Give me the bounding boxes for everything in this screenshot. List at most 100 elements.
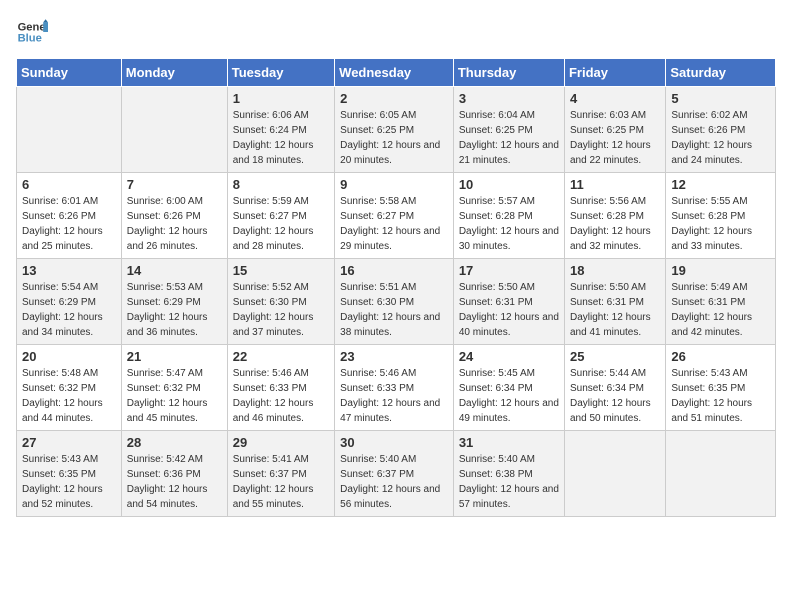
day-number: 16 xyxy=(340,263,448,278)
calendar-cell xyxy=(666,431,776,517)
day-number: 25 xyxy=(570,349,660,364)
calendar-week-row: 6 Sunrise: 6:01 AMSunset: 6:26 PMDaylight… xyxy=(17,173,776,259)
day-number: 5 xyxy=(671,91,770,106)
day-number: 12 xyxy=(671,177,770,192)
day-number: 31 xyxy=(459,435,559,450)
calendar-cell: 1 Sunrise: 6:06 AMSunset: 6:24 PMDaylight… xyxy=(227,87,334,173)
day-number: 7 xyxy=(127,177,222,192)
day-number: 2 xyxy=(340,91,448,106)
calendar-cell: 21 Sunrise: 5:47 AMSunset: 6:32 PMDayligh… xyxy=(121,345,227,431)
calendar-cell: 31Sunrise: 5:40 AMSunset: 6:38 PMDayligh… xyxy=(453,431,564,517)
day-info: Sunrise: 6:02 AMSunset: 6:26 PMDaylight:… xyxy=(671,108,770,168)
calendar-cell: 5 Sunrise: 6:02 AMSunset: 6:26 PMDaylight… xyxy=(666,87,776,173)
calendar-cell: 9 Sunrise: 5:58 AMSunset: 6:27 PMDaylight… xyxy=(335,173,454,259)
calendar-cell: 28 Sunrise: 5:42 AMSunset: 6:36 PMDayligh… xyxy=(121,431,227,517)
calendar-cell: 18Sunrise: 5:50 AMSunset: 6:31 PMDayligh… xyxy=(564,259,665,345)
day-number: 22 xyxy=(233,349,329,364)
day-info: Sunrise: 5:50 AMSunset: 6:31 PMDaylight:… xyxy=(459,280,559,340)
day-info: Sunrise: 5:58 AMSunset: 6:27 PMDaylight:… xyxy=(340,194,448,254)
svg-text:Blue: Blue xyxy=(18,33,42,45)
calendar-cell: 27 Sunrise: 5:43 AMSunset: 6:35 PMDayligh… xyxy=(17,431,122,517)
calendar-cell: 2 Sunrise: 6:05 AMSunset: 6:25 PMDaylight… xyxy=(335,87,454,173)
day-number: 21 xyxy=(127,349,222,364)
day-info: Sunrise: 5:57 AMSunset: 6:28 PMDaylight:… xyxy=(459,194,559,254)
day-info: Sunrise: 5:43 AMSunset: 6:35 PMDaylight:… xyxy=(22,452,116,512)
day-info: Sunrise: 6:05 AMSunset: 6:25 PMDaylight:… xyxy=(340,108,448,168)
calendar-cell: 4 Sunrise: 6:03 AMSunset: 6:25 PMDaylight… xyxy=(564,87,665,173)
calendar-cell: 14Sunrise: 5:53 AMSunset: 6:29 PMDayligh… xyxy=(121,259,227,345)
day-info: Sunrise: 5:50 AMSunset: 6:31 PMDaylight:… xyxy=(570,280,660,340)
day-number: 20 xyxy=(22,349,116,364)
day-number: 3 xyxy=(459,91,559,106)
day-number: 14 xyxy=(127,263,222,278)
calendar-cell: 19 Sunrise: 5:49 AMSunset: 6:31 PMDayligh… xyxy=(666,259,776,345)
day-info: Sunrise: 5:56 AMSunset: 6:28 PMDaylight:… xyxy=(570,194,660,254)
calendar-week-row: 27 Sunrise: 5:43 AMSunset: 6:35 PMDayligh… xyxy=(17,431,776,517)
day-number: 10 xyxy=(459,177,559,192)
day-info: Sunrise: 5:52 AMSunset: 6:30 PMDaylight:… xyxy=(233,280,329,340)
day-info: Sunrise: 6:00 AMSunset: 6:26 PMDaylight:… xyxy=(127,194,222,254)
calendar-table: SundayMondayTuesdayWednesdayThursdayFrid… xyxy=(16,58,776,517)
weekday-header: Tuesday xyxy=(227,59,334,87)
day-number: 11 xyxy=(570,177,660,192)
calendar-cell: 15Sunrise: 5:52 AMSunset: 6:30 PMDayligh… xyxy=(227,259,334,345)
day-info: Sunrise: 5:49 AMSunset: 6:31 PMDaylight:… xyxy=(671,280,770,340)
calendar-cell: 20 Sunrise: 5:48 AMSunset: 6:32 PMDayligh… xyxy=(17,345,122,431)
calendar-cell: 8 Sunrise: 5:59 AMSunset: 6:27 PMDaylight… xyxy=(227,173,334,259)
day-info: Sunrise: 6:06 AMSunset: 6:24 PMDaylight:… xyxy=(233,108,329,168)
calendar-cell: 23 Sunrise: 5:46 AMSunset: 6:33 PMDayligh… xyxy=(335,345,454,431)
day-number: 4 xyxy=(570,91,660,106)
day-info: Sunrise: 6:03 AMSunset: 6:25 PMDaylight:… xyxy=(570,108,660,168)
logo: General Blue xyxy=(16,16,48,48)
weekday-header: Sunday xyxy=(17,59,122,87)
day-number: 29 xyxy=(233,435,329,450)
day-number: 30 xyxy=(340,435,448,450)
day-number: 24 xyxy=(459,349,559,364)
weekday-header-row: SundayMondayTuesdayWednesdayThursdayFrid… xyxy=(17,59,776,87)
calendar-week-row: 20 Sunrise: 5:48 AMSunset: 6:32 PMDayligh… xyxy=(17,345,776,431)
calendar-cell: 16 Sunrise: 5:51 AMSunset: 6:30 PMDayligh… xyxy=(335,259,454,345)
day-number: 9 xyxy=(340,177,448,192)
day-info: Sunrise: 5:55 AMSunset: 6:28 PMDaylight:… xyxy=(671,194,770,254)
day-number: 27 xyxy=(22,435,116,450)
day-info: Sunrise: 6:01 AMSunset: 6:26 PMDaylight:… xyxy=(22,194,116,254)
day-info: Sunrise: 5:41 AMSunset: 6:37 PMDaylight:… xyxy=(233,452,329,512)
day-info: Sunrise: 5:44 AMSunset: 6:34 PMDaylight:… xyxy=(570,366,660,426)
calendar-cell: 6 Sunrise: 6:01 AMSunset: 6:26 PMDaylight… xyxy=(17,173,122,259)
calendar-cell: 7 Sunrise: 6:00 AMSunset: 6:26 PMDaylight… xyxy=(121,173,227,259)
day-info: Sunrise: 5:59 AMSunset: 6:27 PMDaylight:… xyxy=(233,194,329,254)
day-info: Sunrise: 5:46 AMSunset: 6:33 PMDaylight:… xyxy=(233,366,329,426)
day-number: 19 xyxy=(671,263,770,278)
day-number: 6 xyxy=(22,177,116,192)
calendar-cell: 13 Sunrise: 5:54 AMSunset: 6:29 PMDayligh… xyxy=(17,259,122,345)
calendar-cell: 12 Sunrise: 5:55 AMSunset: 6:28 PMDayligh… xyxy=(666,173,776,259)
calendar-cell: 24 Sunrise: 5:45 AMSunset: 6:34 PMDayligh… xyxy=(453,345,564,431)
calendar-cell: 26Sunrise: 5:43 AMSunset: 6:35 PMDayligh… xyxy=(666,345,776,431)
calendar-week-row: 1 Sunrise: 6:06 AMSunset: 6:24 PMDaylight… xyxy=(17,87,776,173)
day-number: 8 xyxy=(233,177,329,192)
day-info: Sunrise: 5:43 AMSunset: 6:35 PMDaylight:… xyxy=(671,366,770,426)
day-info: Sunrise: 5:54 AMSunset: 6:29 PMDaylight:… xyxy=(22,280,116,340)
day-number: 23 xyxy=(340,349,448,364)
day-info: Sunrise: 5:46 AMSunset: 6:33 PMDaylight:… xyxy=(340,366,448,426)
day-number: 28 xyxy=(127,435,222,450)
day-number: 17 xyxy=(459,263,559,278)
day-info: Sunrise: 5:47 AMSunset: 6:32 PMDaylight:… xyxy=(127,366,222,426)
day-info: Sunrise: 5:40 AMSunset: 6:37 PMDaylight:… xyxy=(340,452,448,512)
day-info: Sunrise: 5:45 AMSunset: 6:34 PMDaylight:… xyxy=(459,366,559,426)
day-info: Sunrise: 5:51 AMSunset: 6:30 PMDaylight:… xyxy=(340,280,448,340)
day-info: Sunrise: 5:48 AMSunset: 6:32 PMDaylight:… xyxy=(22,366,116,426)
day-number: 13 xyxy=(22,263,116,278)
calendar-cell xyxy=(17,87,122,173)
weekday-header: Monday xyxy=(121,59,227,87)
calendar-cell: 30 Sunrise: 5:40 AMSunset: 6:37 PMDayligh… xyxy=(335,431,454,517)
calendar-cell: 22 Sunrise: 5:46 AMSunset: 6:33 PMDayligh… xyxy=(227,345,334,431)
calendar-cell: 3 Sunrise: 6:04 AMSunset: 6:25 PMDaylight… xyxy=(453,87,564,173)
page-header: General Blue xyxy=(16,16,776,48)
logo-icon: General Blue xyxy=(16,16,48,48)
day-number: 1 xyxy=(233,91,329,106)
weekday-header: Saturday xyxy=(666,59,776,87)
day-info: Sunrise: 5:42 AMSunset: 6:36 PMDaylight:… xyxy=(127,452,222,512)
day-info: Sunrise: 6:04 AMSunset: 6:25 PMDaylight:… xyxy=(459,108,559,168)
weekday-header: Wednesday xyxy=(335,59,454,87)
